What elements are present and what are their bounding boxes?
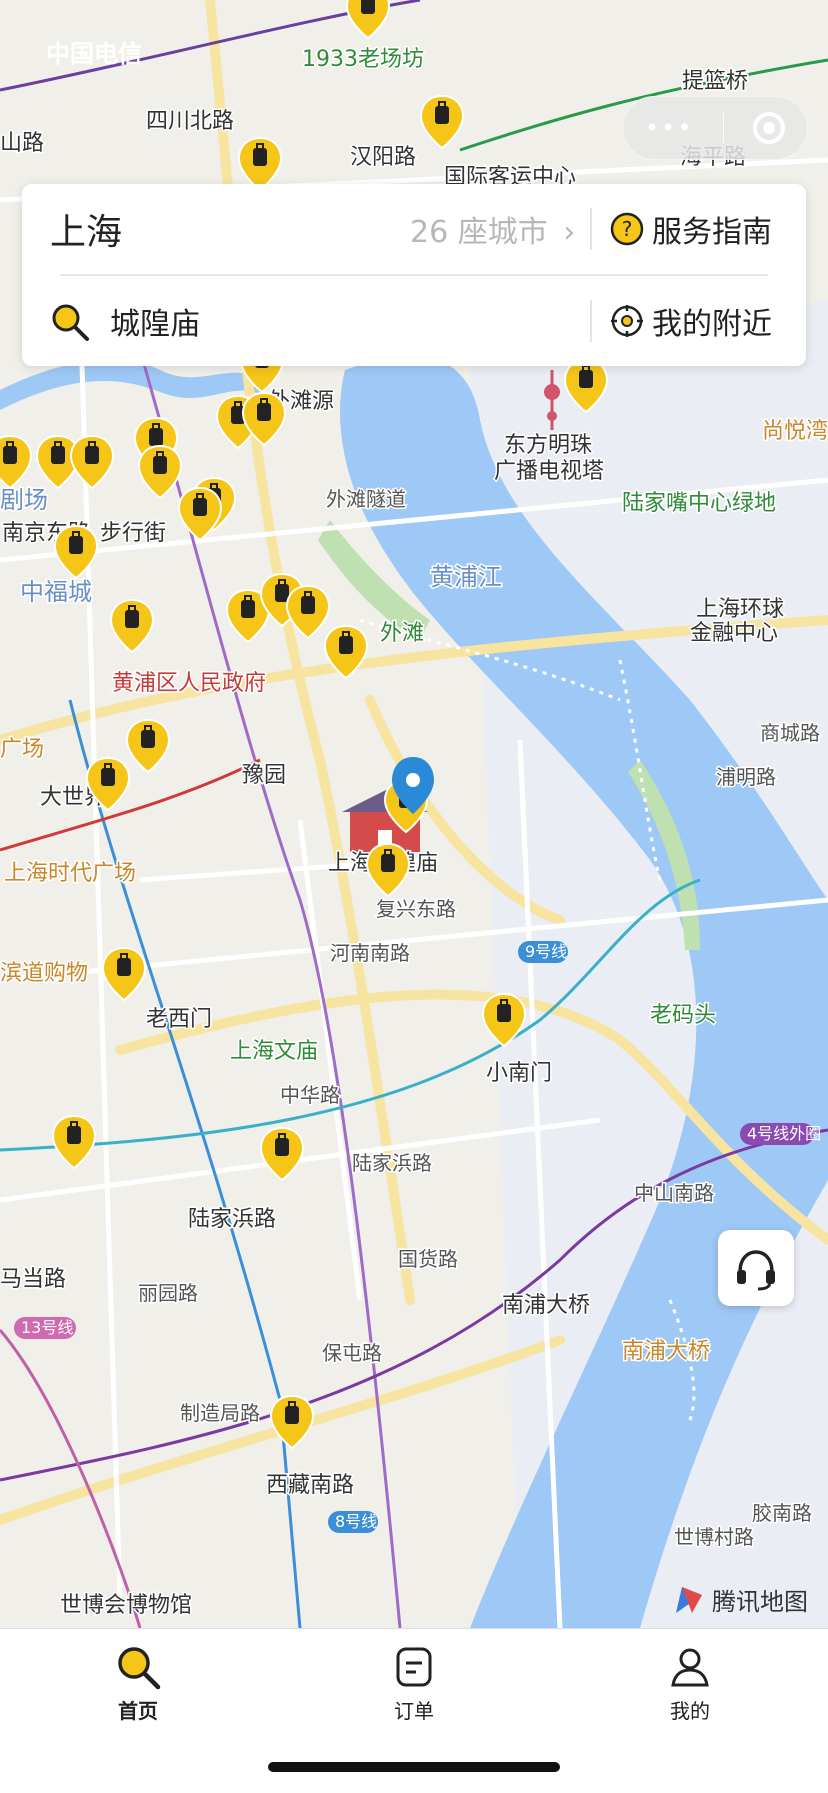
map-label: 广场 <box>0 737 44 762</box>
home-indicator <box>268 1762 560 1772</box>
tab-home-label: 首页 <box>118 1699 158 1723</box>
map-label: 老西门 <box>146 1007 212 1032</box>
nearby-label: 我的附近 <box>652 307 772 342</box>
map-label: 胶南路 <box>752 1501 812 1525</box>
city-row: 上海 26 座城市 › ? 服务指南 <box>22 184 806 274</box>
svg-text:?: ? <box>622 217 633 241</box>
map-label: 保屯路 <box>322 1341 382 1365</box>
tab-profile[interactable]: 我的 <box>620 1643 760 1724</box>
target-close-icon[interactable] <box>753 112 785 144</box>
map-label: 东方明珠 <box>504 433 592 458</box>
service-guide-button[interactable]: ? 服务指南 <box>610 207 772 251</box>
nearby-button[interactable]: 我的附近 <box>610 299 772 343</box>
map-label: 金融中心 <box>690 621 778 646</box>
tab-profile-label: 我的 <box>670 1699 710 1723</box>
city-count-link[interactable]: 26 座城市 › <box>410 207 575 251</box>
map-label: 南浦大桥 <box>502 1293 590 1318</box>
headset-icon <box>737 1250 775 1291</box>
customer-support-button[interactable] <box>718 1230 794 1306</box>
map-label: 上海时代广场 <box>4 861 136 886</box>
map-label: 上海环球 <box>696 597 784 622</box>
map-provider-label: 腾讯地图 <box>712 1588 808 1616</box>
map-label: 老码头 <box>650 1003 716 1028</box>
search-row: 城隍庙 我的附近 <box>22 276 806 366</box>
map-label: 外滩隧道 <box>326 487 406 511</box>
map-label: 8号线 <box>335 1512 377 1531</box>
service-guide-label: 服务指南 <box>652 215 772 250</box>
map-label: 中华路 <box>280 1083 340 1107</box>
map-label: 提篮桥 <box>682 69 748 94</box>
map-label: 步行街 <box>100 521 166 546</box>
map-label: 4号线外圈 <box>747 1124 821 1143</box>
search-card: 上海 26 座城市 › ? 服务指南 城隍庙 我的附近 <box>22 184 806 366</box>
map-label: 上海文庙 <box>230 1039 318 1064</box>
status-carrier: 中国电信 <box>46 40 142 68</box>
map-label: 浦明路 <box>716 765 776 789</box>
map-label: 西藏南路 <box>266 1473 354 1498</box>
map-label: 黄浦区人民政府 <box>112 671 266 696</box>
map-label: 南浦大桥 <box>622 1339 710 1364</box>
chevron-right-icon: › <box>563 215 576 250</box>
tab-orders[interactable]: 订单 <box>344 1643 484 1724</box>
map-label: 丽园路 <box>138 1281 198 1305</box>
user-tab-icon <box>671 1648 709 1687</box>
map-label: 四川北路 <box>146 109 234 134</box>
map-label: 豫园 <box>242 763 286 788</box>
map-label: 世博村路 <box>674 1525 754 1549</box>
row2-divider <box>590 300 592 342</box>
map-label: 广播电视塔 <box>494 459 604 484</box>
question-icon: ? <box>610 212 644 246</box>
map-label: 9号线 <box>525 942 567 961</box>
tab-home[interactable]: 首页 <box>68 1643 208 1724</box>
search-icon <box>52 304 89 341</box>
map-label: 滨道购物 <box>0 961 88 986</box>
map-label: 陆家浜路 <box>188 1207 276 1232</box>
more-dots-icon[interactable]: ••• <box>645 114 693 142</box>
map-label: 汉阳路 <box>350 145 416 170</box>
tencent-map-icon <box>676 1586 702 1613</box>
map-label: 黄浦江 <box>430 563 502 591</box>
map-label: 马当路 <box>0 1267 66 1292</box>
map-label: 河南南路 <box>330 941 410 965</box>
map-label: 中山南路 <box>634 1181 714 1205</box>
search-tab-icon <box>118 1647 161 1690</box>
search-input[interactable]: 城隍庙 <box>110 299 200 343</box>
city-name[interactable]: 上海 <box>50 203 122 255</box>
map-label: 陆家嘴中心绿地 <box>622 491 776 516</box>
map-label: 剧场 <box>0 486 48 514</box>
map-label: 陆家浜路 <box>352 1151 432 1175</box>
map-label: 小南门 <box>486 1061 552 1086</box>
map-label: 中福城 <box>20 578 92 606</box>
map-label: 世博会博物馆 <box>60 1593 192 1618</box>
map-label: 商城路 <box>760 721 820 745</box>
map-label: 尚悦湾 <box>762 419 828 444</box>
map-label: 复兴东路 <box>376 897 456 921</box>
order-tab-icon <box>396 1647 432 1687</box>
map-label: 外滩 <box>380 621 424 646</box>
locate-icon <box>611 305 643 337</box>
row1-divider <box>590 208 592 250</box>
city-count-text: 26 座城市 <box>410 215 548 250</box>
map-label: 1933老场坊 <box>302 47 424 72</box>
capsule-divider <box>722 113 724 143</box>
map-label: 13号线 <box>21 1318 73 1337</box>
map-label: 山路 <box>0 131 44 156</box>
map-label: 国货路 <box>398 1247 458 1271</box>
mini-program-capsule[interactable]: ••• <box>622 96 808 160</box>
tab-orders-label: 订单 <box>394 1699 434 1723</box>
map-label: 制造局路 <box>180 1401 260 1425</box>
map-provider-logo: 腾讯地图 <box>672 1582 808 1617</box>
